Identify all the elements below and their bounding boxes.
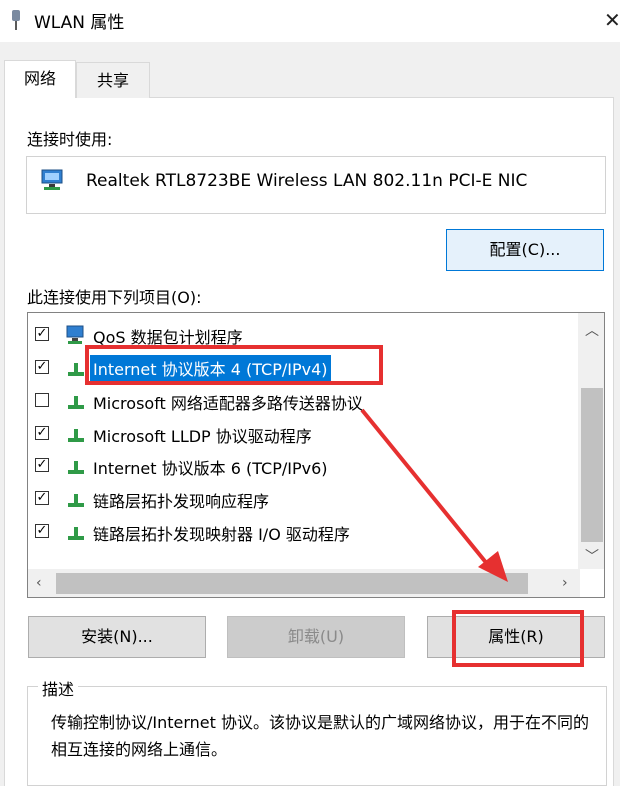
checkbox-checked[interactable]: ✓ [35,327,49,341]
checkbox-checked[interactable]: ✓ [35,491,49,505]
checkbox-checked[interactable]: ✓ [35,524,49,538]
checkbox-checked[interactable]: ✓ [35,426,49,440]
annotation-highlight-properties [452,610,584,667]
scroll-right-icon[interactable]: › [562,575,568,591]
window-title: WLAN 属性 [34,13,125,33]
scroll-left-icon[interactable]: ‹ [36,575,42,591]
wlan-icon [12,10,20,30]
checkbox-checked[interactable]: ✓ [35,360,49,374]
annotation-highlight-ipv4 [85,345,383,385]
protocol-icon [68,461,84,474]
close-icon[interactable]: ✕ [604,8,620,32]
scroll-down-icon[interactable]: ﹀ [585,546,599,566]
protocol-icon [68,396,84,409]
protocol-icon [68,494,84,507]
item-label: Internet 协议版本 6 (TCP/IPv6) [93,459,328,478]
items-list-label: 此连接使用下列项目(O): [27,288,202,307]
uninstall-button[interactable]: 卸载(U) [227,616,405,658]
scroll-up-icon[interactable]: ︿ [585,320,599,340]
network-adapter-icon [41,169,63,190]
item-label: 链路层拓扑发现映射器 I/O 驱动程序 [93,525,350,544]
network-scheduler-icon [66,325,84,344]
item-label: Microsoft LLDP 协议驱动程序 [93,427,312,446]
connect-using-label: 连接时使用: [27,130,113,149]
item-label: Microsoft 网络适配器多路传送器协议 [93,394,363,413]
protocol-icon [68,363,84,376]
configure-button[interactable]: 配置(C)... [446,229,604,271]
description-legend: 描述 [38,676,79,700]
horizontal-scroll-thumb[interactable] [56,573,528,594]
checkbox-unchecked[interactable] [35,393,49,407]
protocol-icon [68,527,84,540]
item-label: 链路层拓扑发现响应程序 [93,492,270,511]
protocol-icon [68,429,84,442]
tab-network[interactable]: 网络 [4,60,76,98]
checkbox-checked[interactable]: ✓ [35,458,49,472]
description-text: 传输控制协议/Internet 协议。该协议是默认的广域网络协议，用于在不同的相… [51,713,590,759]
install-button[interactable]: 安装(N)... [28,616,206,658]
tab-sharing[interactable]: 共享 [76,62,150,98]
vertical-scroll-thumb[interactable] [581,388,603,542]
title-bar: WLAN 属性 ✕ [0,0,620,42]
adapter-name: Realtek RTL8723BE Wireless LAN 802.11n P… [86,171,528,191]
